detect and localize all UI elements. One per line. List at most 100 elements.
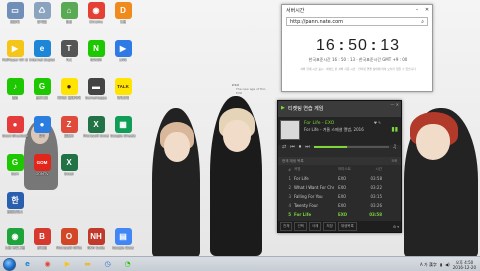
prev-icon[interactable]: ⏮ [290, 144, 295, 150]
playlist-action-button[interactable]: 선택 [294, 222, 307, 231]
volume-icon[interactable]: ♫ [393, 144, 397, 150]
desktop-app-icon: ▶ [114, 40, 132, 57]
expand-icon[interactable]: ▶ [281, 105, 285, 111]
player-notice[interactable]: 티켓팅 연습 게임 [288, 105, 323, 112]
desktop-icon[interactable]: ● 알약 [29, 116, 55, 146]
desktop-icon[interactable]: ● Good Bluetooth [2, 116, 28, 146]
track-artist: EXO [338, 194, 347, 199]
seek-bar[interactable] [313, 146, 389, 148]
desktop-icon[interactable]: eInternet Explorer [29, 40, 55, 70]
desktop-icon[interactable]: ▶ LIVE [110, 40, 136, 70]
desktop-icon[interactable]: B 반디캠 [29, 228, 55, 258]
desktop-icon[interactable]: N NAVER [83, 40, 109, 70]
next-icon[interactable]: ⏭ [305, 144, 310, 150]
desktop-icon-label: 한컴오피스 [6, 210, 24, 214]
desktop-icon[interactable]: ⌂ 명상 [56, 2, 82, 32]
desktop-app-icon: TALK [114, 78, 132, 95]
desktop-icon[interactable]: 한 한컴오피스 [2, 192, 28, 222]
taskbar-folder-icon[interactable]: ▬ [79, 258, 96, 271]
desktop-icon[interactable]: ▤ Google Docs [110, 228, 136, 258]
language-indicator[interactable]: A 가 漢字 [420, 262, 437, 268]
taskbar-potplayer-icon[interactable]: ▶ [59, 258, 76, 271]
desktop-icon-grid: ▭ 컴퓨터 ♺ 휴지통 ⌂ 명상 ◉ Chrome D 다음 ▶ PotPlayer 64 bit e I… [0, 0, 140, 256]
desktop-icon[interactable]: TALK 카카오톡 [110, 78, 136, 108]
window-titlebar[interactable]: 서버시간 – ✕ [282, 5, 432, 15]
desktop-app-icon: NH [87, 228, 105, 245]
settings-icon[interactable]: ⚙ ▾ [393, 225, 399, 229]
playlist-row[interactable]: 2What I Want For Christ... EXO 03:22 [278, 183, 401, 192]
desktop-icon[interactable]: G Gom [2, 154, 28, 184]
col-time[interactable]: 시간 [362, 167, 382, 172]
desktop-icon[interactable]: G 곰오디오 [29, 78, 55, 108]
close-icon[interactable]: ✕ [422, 7, 432, 13]
player-toolbar: 전체 선택 삭제 저장 재생목록 ⚙ ▾ [278, 221, 401, 232]
track-title: For Life [294, 212, 312, 217]
playlist-row[interactable]: 1 For Life EXO 03:58 [278, 174, 401, 183]
col-artist[interactable]: 아티스트 [334, 167, 362, 172]
desktop-icon[interactable]: X Microsoft Excel [83, 116, 109, 146]
track-duration: 03:22 [370, 185, 382, 190]
track-number: 4 [288, 203, 291, 208]
desktop-icon[interactable]: ◉ 스캔 프로그램 [2, 228, 28, 258]
clock-minute: 50 [348, 37, 368, 54]
desktop-icon[interactable]: ♪ 멜론 [2, 78, 28, 108]
clock-separator: : [370, 37, 378, 54]
play-pause-icon[interactable]: ⏸ [299, 144, 302, 150]
desktop-icon[interactable]: ▭ 컴퓨터 [2, 2, 28, 32]
track-duration: 03:58 [370, 176, 382, 181]
desktop-icon[interactable]: T TLC [56, 40, 82, 70]
playlist-row[interactable]: 3 Falling For You EXO 03:15 [278, 192, 401, 201]
taskbar-green-app-icon[interactable]: ◔ [119, 258, 136, 271]
playlist-row[interactable]: 5 For Life EXO 03:58 [278, 210, 401, 219]
col-title[interactable]: 곡명 [294, 167, 334, 172]
desktop-icon[interactable]: O Microsoft Office [56, 228, 82, 258]
tray-clock[interactable]: 오후 4:50 2016-12-20 [453, 260, 476, 270]
desktop-icon-label: Internet Explorer [29, 58, 55, 62]
playlist-action-button[interactable]: 삭제 [308, 222, 322, 231]
desktop-icon[interactable]: D 다음 [110, 2, 136, 32]
equalizer-icon[interactable]: ▮▮ [391, 126, 398, 133]
desktop-app-icon: 한 [6, 192, 24, 209]
search-icon[interactable]: ⌕ [421, 19, 424, 25]
desktop-icon-label: PotPlayer 64 bit [2, 58, 28, 62]
network-icon[interactable]: ▮ [440, 262, 442, 267]
desktop-icon[interactable]: ♺ 휴지통 [29, 2, 55, 32]
start-button[interactable] [3, 257, 16, 271]
playlist-action-button[interactable]: 저장 [323, 222, 336, 231]
desktop-icon-label: Microsoft Excel [83, 134, 109, 138]
player-notice-bar[interactable]: ▶ 티켓팅 연습 게임 — ✕ [278, 101, 401, 117]
desktop-icon-label: Good Bluetooth [2, 134, 28, 138]
desktop-icon[interactable]: X Excel [56, 154, 82, 184]
desktop-icon[interactable]: ◉ Chrome [83, 2, 109, 32]
url-text: http://pann.nate.com [290, 18, 344, 25]
desktop-icon[interactable]: Z 알툴즈 [56, 116, 82, 146]
desktop-icon[interactable]: ● 카카오 플레이어 [56, 78, 82, 108]
desktop-app-icon: ● [6, 116, 24, 133]
desktop-icon[interactable]: GOM GOMTV [29, 154, 55, 184]
album-art[interactable] [280, 120, 300, 140]
desktop-app-icon: G [33, 78, 51, 95]
url-field[interactable]: http://pann.nate.com ⌕ [286, 17, 428, 26]
desktop-app-icon: ▶ [6, 40, 24, 57]
taskbar-ie-icon[interactable]: e [19, 258, 36, 271]
playlist-row[interactable]: 4 Twenty Four EXO 03:26 [278, 201, 401, 210]
like-icon[interactable]: ♥ ✎ [374, 121, 381, 125]
desktop-app-icon: B [33, 228, 51, 245]
volume-tray-icon[interactable]: ◀) [445, 262, 450, 267]
taskbar-apps: e ◉ ▶ ▬ ◷ ◔ [16, 258, 136, 271]
desktop-icon[interactable]: ▦ Google Sheets [110, 116, 136, 146]
desktop-app-icon: ▦ [114, 116, 132, 133]
taskbar-chrome-icon[interactable]: ◉ [39, 258, 56, 271]
minimize-icon[interactable]: – [412, 7, 422, 13]
desktop-icon[interactable]: ▬ GameHappy [83, 78, 109, 108]
desktop-icon[interactable]: ▶ PotPlayer 64 bit [2, 40, 28, 70]
desktop-app-icon: Z [60, 116, 78, 133]
desktop-icon[interactable]: NH NKH Suite [83, 228, 109, 258]
desktop-app-icon: ♺ [33, 2, 51, 19]
player-window-buttons[interactable]: — ✕ [390, 102, 399, 107]
shuffle-icon[interactable]: ⇄ [282, 144, 286, 150]
playlist-action-button[interactable]: 전체 [280, 222, 293, 231]
track-number: 2 [288, 185, 291, 190]
playlist-action-button[interactable]: 재생목록 [337, 222, 357, 231]
taskbar-clock-icon[interactable]: ◷ [99, 258, 116, 271]
